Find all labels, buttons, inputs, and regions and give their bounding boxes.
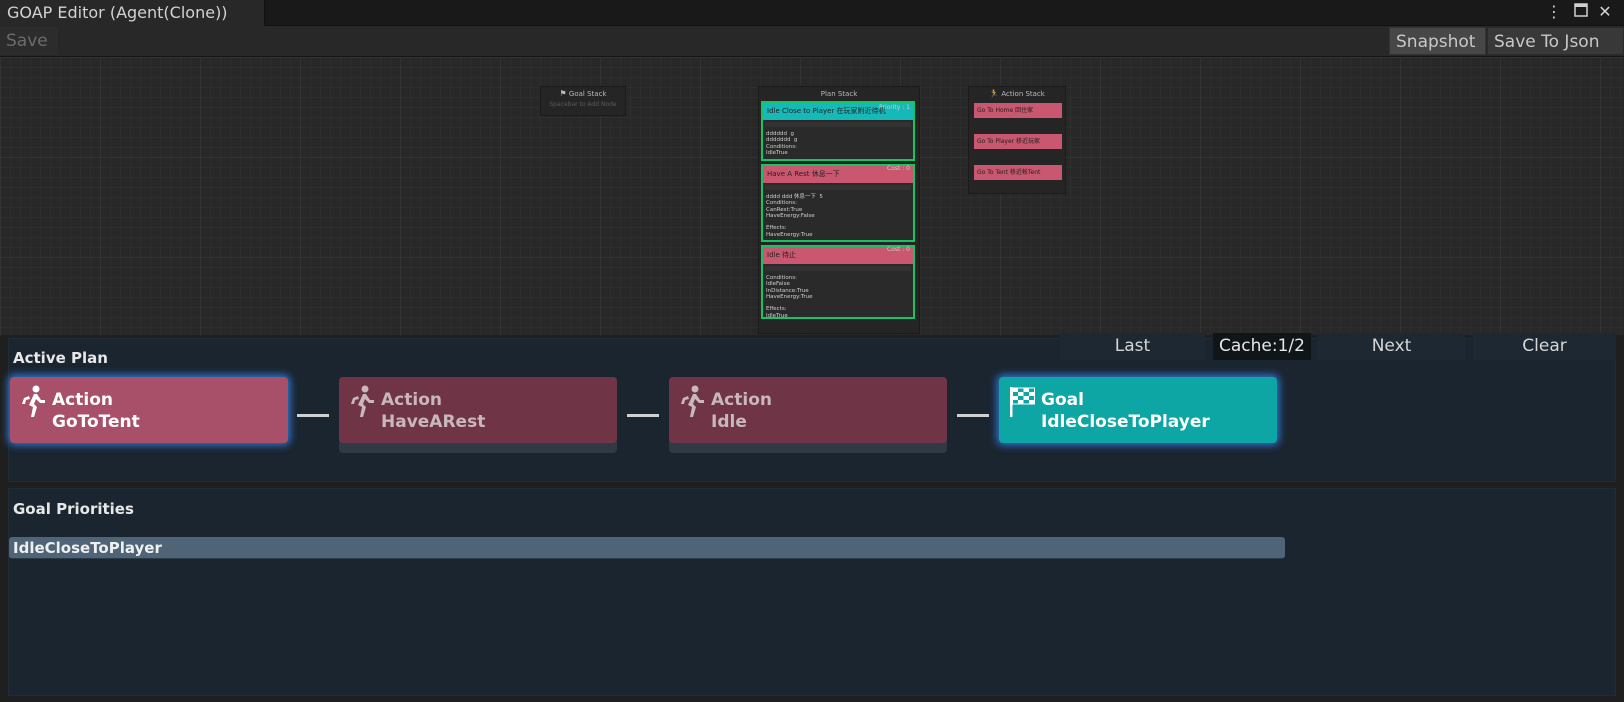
save-to-json-button[interactable]: Save To Json: [1487, 27, 1624, 55]
plan-card-kind: Goal: [1041, 390, 1084, 410]
action-stack-title: 🏃 Action Stack: [989, 89, 1045, 98]
plan-node-body: Conditions: IdleFalse InDistance:True Ha…: [766, 275, 813, 319]
goal-stack-title: ⚑ Goal Stack: [559, 89, 607, 98]
action-stack[interactable]: 🏃 Action Stack Go To Home 回住家 Go To Play…: [968, 86, 1066, 194]
window-tab[interactable]: GOAP Editor (Agent(Clone)): [0, 0, 265, 26]
active-plan-label: Active Plan: [13, 349, 108, 367]
plan-card-action[interactable]: Action GoToTent: [10, 377, 288, 445]
plan-card-body: Goal IdleCloseToPlayer: [999, 377, 1277, 443]
plan-card-name: HaveARest: [381, 412, 486, 432]
snapshot-button[interactable]: Snapshot: [1389, 27, 1486, 55]
plan-card-body: Action Idle: [669, 377, 947, 443]
plan-connector: [297, 414, 329, 417]
divider: [765, 185, 911, 190]
plan-card-kind: Action: [52, 390, 113, 410]
plan-card-name: IdleCloseToPlayer: [1041, 412, 1210, 432]
flag-icon: ⚑: [559, 89, 567, 98]
plan-node-badge: Cost : 0: [887, 246, 910, 253]
toolbar: Save Snapshot Save To Json: [0, 26, 1624, 57]
last-button[interactable]: Last: [1060, 333, 1205, 360]
plan-node-badge: Cost : 0: [887, 165, 910, 172]
plan-node[interactable]: Idle Close to Player 在玩家附近待机 Priority : …: [761, 101, 915, 161]
plan-node-body: dddd ddd 休息一下 5 Conditions: CanRest:True…: [766, 194, 823, 238]
cache-counter: Cache:1/2: [1213, 333, 1311, 360]
plan-node[interactable]: Idle 待止 Cost : 0 Conditions: IdleFalse I…: [761, 245, 915, 319]
plan-card-action[interactable]: Action Idle: [669, 377, 947, 453]
plan-node[interactable]: Have A Rest 休息一下 Cost : 0 dddd ddd 休息一下 …: [761, 164, 915, 242]
plan-card-name: GoToTent: [52, 412, 140, 432]
goal-priorities-label: Goal Priorities: [13, 500, 134, 518]
plan-connector: [627, 414, 659, 417]
checkered-flag-icon: [1010, 387, 1035, 417]
action-stack-item[interactable]: Go To Tent 移近帐Tent: [974, 165, 1062, 180]
more-options-icon[interactable]: ⋮: [1544, 2, 1564, 22]
plan-card-kind: Action: [381, 390, 442, 410]
goap-editor-window: GOAP Editor (Agent(Clone)) ⋮ ✕ Save Snap…: [0, 0, 1624, 702]
running-person-icon: [22, 385, 45, 417]
plan-node-badge: Priority : 1: [878, 104, 910, 111]
plan-node-header: Idle Close to Player 在玩家附近待机 Priority : …: [763, 103, 913, 120]
save-button[interactable]: Save: [0, 27, 58, 55]
action-stack-item[interactable]: Go To Home 回住家: [974, 103, 1062, 118]
plan-node-body: dddddd g ddddddd g Conditions: IdleTrue: [766, 131, 798, 156]
plan-card-name: Idle: [711, 412, 747, 432]
plan-node-header: Have A Rest 休息一下 Cost : 0: [763, 165, 913, 183]
running-person-icon: 🏃: [989, 89, 1000, 98]
plan-connector: [957, 414, 989, 417]
divider: [765, 266, 911, 271]
node-graph-canvas[interactable]: ⚑ Goal Stack Spacebar to Add Node Plan S…: [0, 57, 1624, 335]
goal-priority-item[interactable]: IdleCloseToPlayer: [9, 537, 1285, 559]
action-stack-item[interactable]: Go To Player 移近玩家: [974, 134, 1062, 149]
goal-stack[interactable]: ⚑ Goal Stack Spacebar to Add Node: [540, 86, 626, 116]
plan-card-body: Action HaveARest: [339, 377, 617, 443]
maximize-icon[interactable]: [1571, 2, 1591, 22]
title-bar: GOAP Editor (Agent(Clone)) ⋮ ✕: [0, 0, 1624, 26]
running-person-icon: [681, 385, 704, 417]
plan-stack[interactable]: Plan Stack Idle Close to Player 在玩家附近待机 …: [758, 86, 920, 334]
close-icon[interactable]: ✕: [1595, 2, 1615, 22]
next-button[interactable]: Next: [1318, 333, 1465, 360]
plan-card-kind: Action: [711, 390, 772, 410]
plan-node-header: Idle 待止 Cost : 0: [763, 246, 913, 264]
goal-priorities-panel: [8, 488, 1616, 696]
running-person-icon: [351, 385, 374, 417]
goal-stack-hint: Spacebar to Add Node: [549, 101, 617, 108]
plan-card-action[interactable]: Action HaveARest: [339, 377, 617, 453]
plan-card-body: Action GoToTent: [10, 377, 288, 443]
clear-button[interactable]: Clear: [1473, 333, 1616, 360]
plan-card-goal[interactable]: Goal IdleCloseToPlayer: [999, 377, 1277, 445]
divider: [765, 122, 911, 127]
